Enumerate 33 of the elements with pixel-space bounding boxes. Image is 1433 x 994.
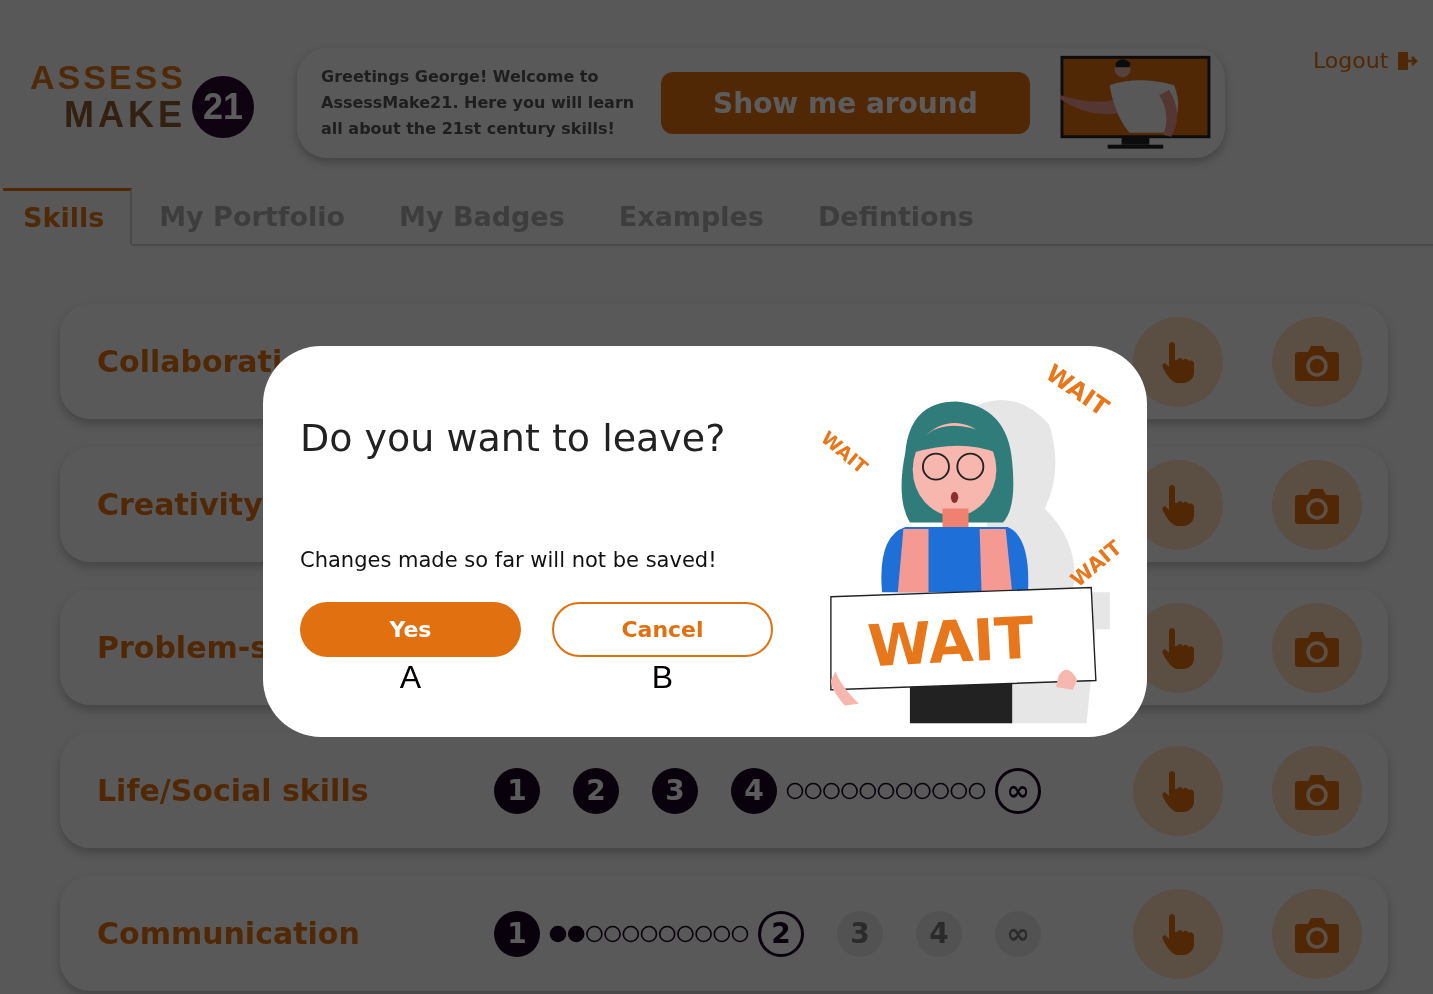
confirm-button[interactable]: Yes	[300, 602, 521, 657]
hand-pointer-icon	[1159, 339, 1197, 384]
level-step[interactable]: 1	[494, 910, 540, 957]
dialog-title: Do you want to leave?	[300, 416, 727, 460]
level-step[interactable]: 2	[758, 910, 804, 957]
skill-name: Collaborati	[97, 344, 284, 379]
welcome-text: Greetings George! Welcome to AssessMake21. Here you will learn all about the 21st century skills!	[321, 66, 636, 140]
tab[interactable]: Skills	[3, 188, 133, 246]
level-step[interactable]: 3	[652, 767, 698, 814]
logo-text: ASSESS	[30, 58, 186, 96]
hand-pointer-icon	[1159, 625, 1197, 670]
hand-pointer-icon	[1159, 482, 1197, 527]
logout-icon	[1396, 49, 1419, 72]
level-step[interactable]: ∞	[995, 910, 1041, 957]
hand-pointer-icon	[1159, 768, 1197, 813]
annotation-letter: A	[399, 658, 422, 697]
level-step[interactable]: 1	[494, 767, 540, 814]
hand-pointer-icon	[1159, 911, 1197, 956]
wait-text: WAIT	[865, 603, 1036, 681]
logout-button[interactable]: Logout	[1313, 48, 1419, 73]
dialog-message: Changes made so far will not be saved!	[300, 548, 718, 572]
cancel-button[interactable]: Cancel	[552, 602, 773, 657]
skill-name: Communication	[97, 916, 361, 951]
level-step[interactable]: 2	[573, 767, 619, 814]
logo-text: MAKE	[63, 96, 186, 134]
skill-name: Problem-s	[97, 630, 270, 665]
logo-badge: 21	[191, 76, 254, 138]
annotation-letter: B	[651, 658, 674, 697]
level-step[interactable]: 4	[731, 767, 777, 814]
skill-name: Life/Social skills	[97, 773, 370, 808]
skill-name: Creativity	[97, 487, 264, 522]
show-me-around-button[interactable]: Show me around	[660, 72, 1031, 134]
level-step[interactable]: ∞	[995, 767, 1041, 814]
